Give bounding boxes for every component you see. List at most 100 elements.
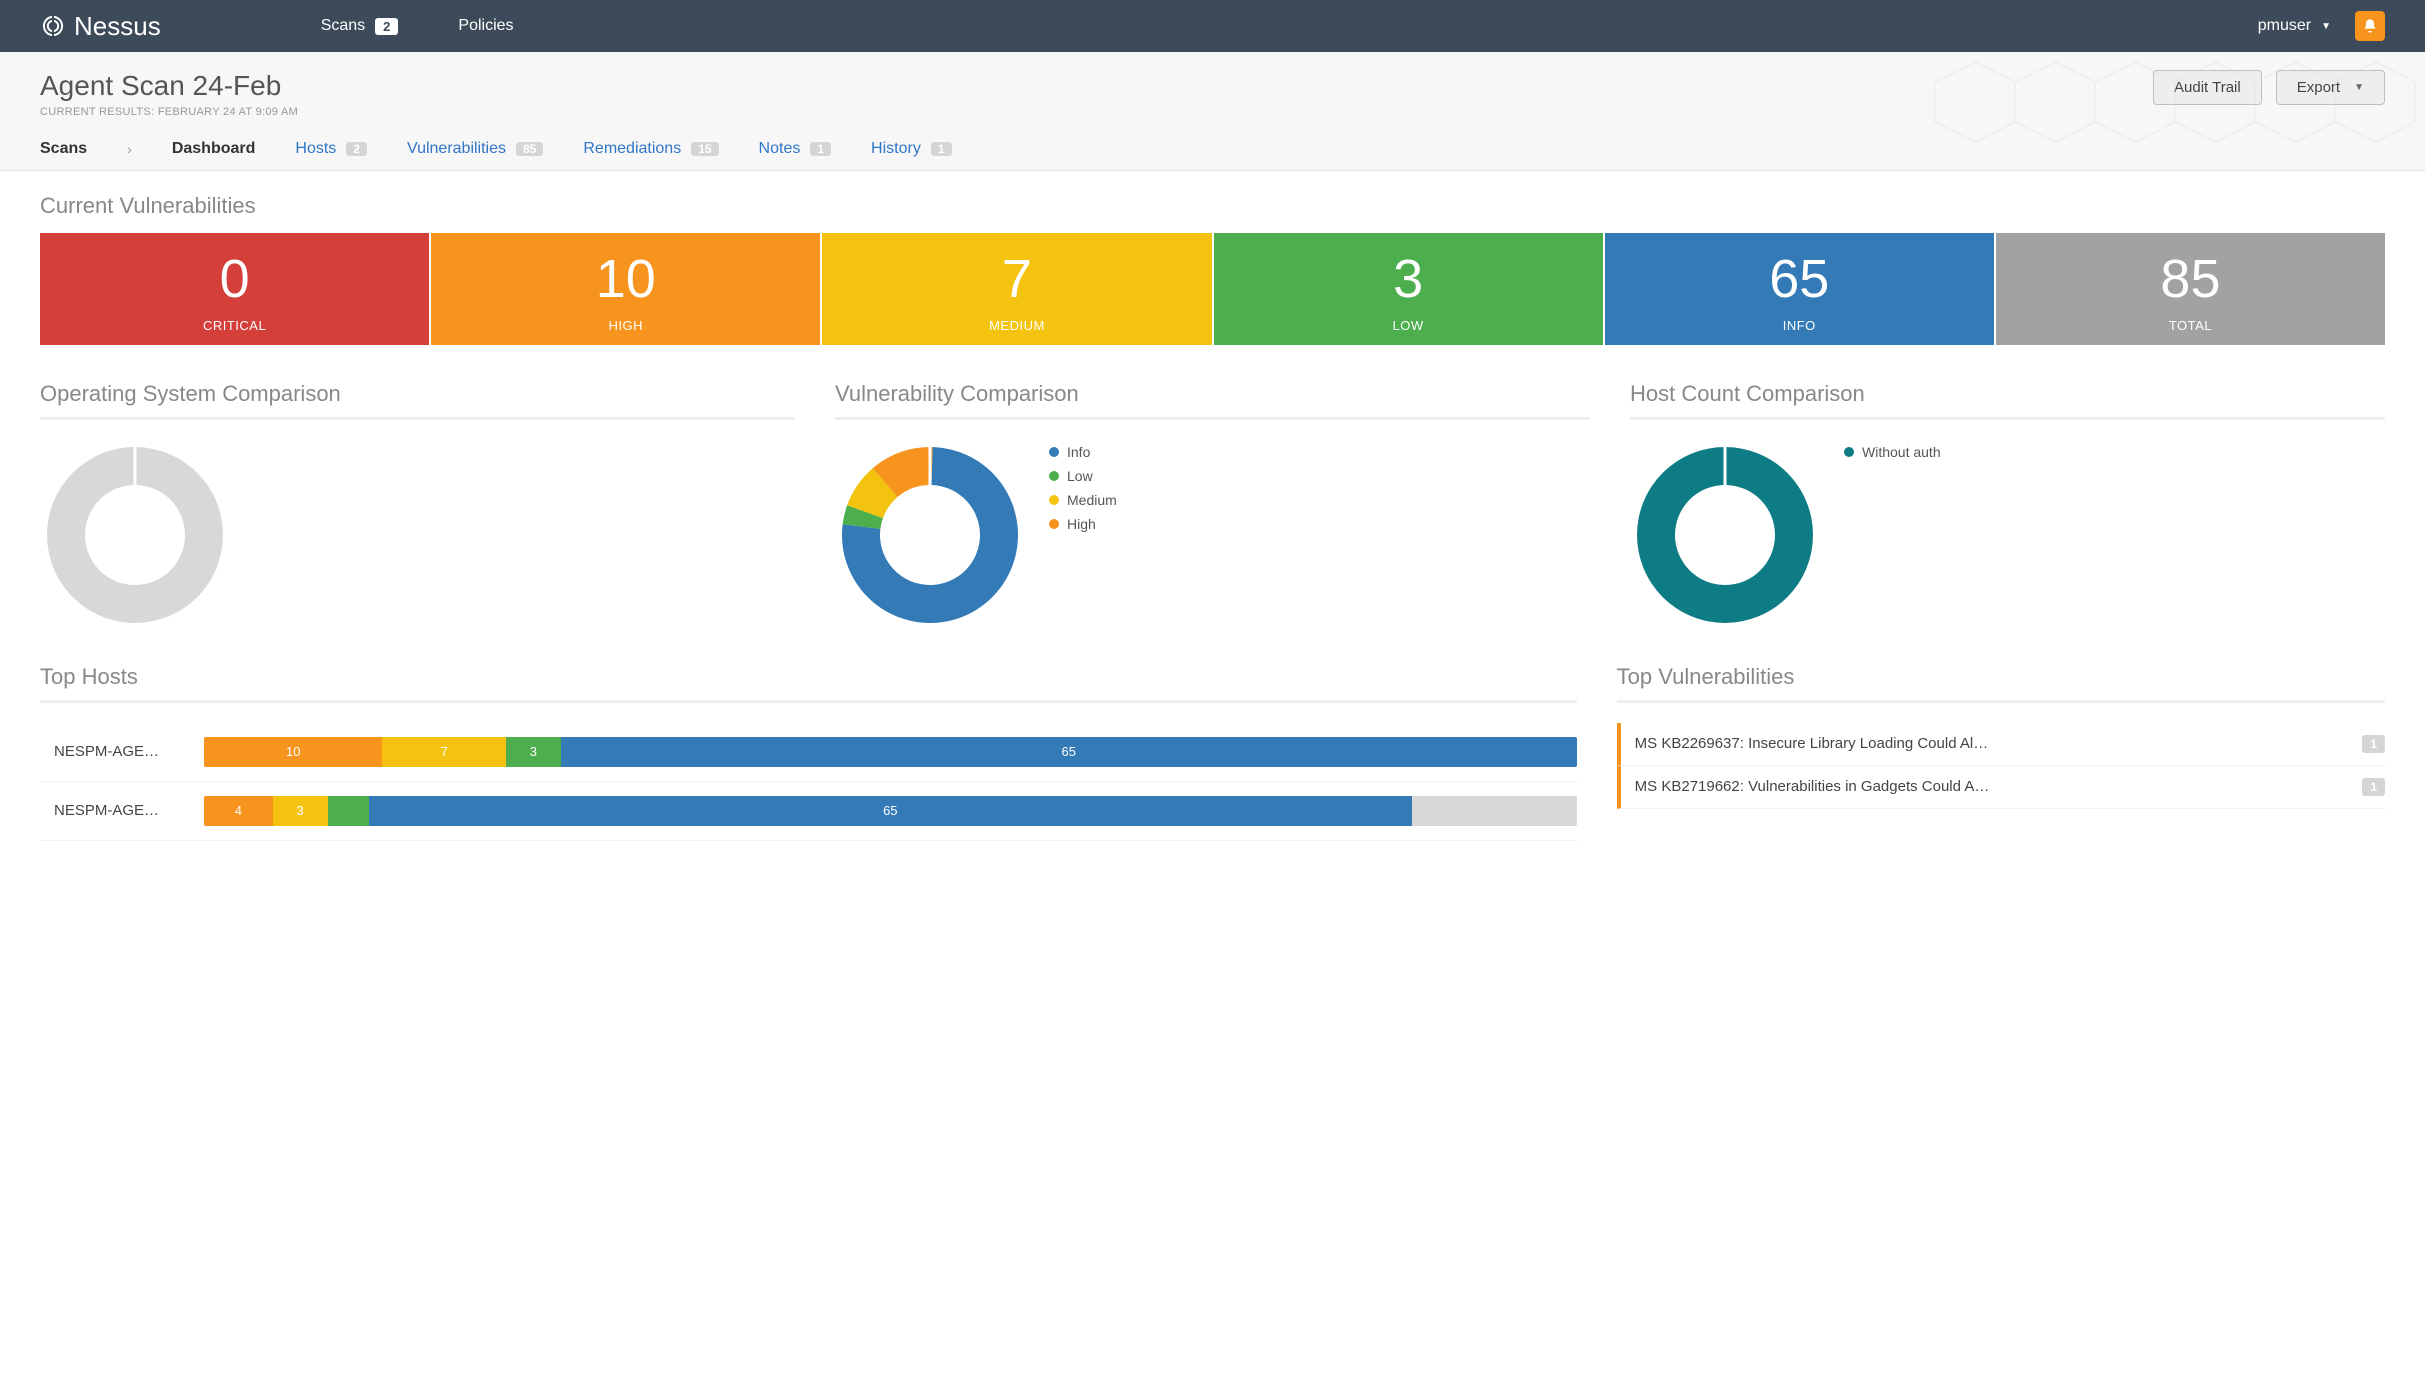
vuln-row[interactable]: MS KB2719662: Vulnerabilities in Gadgets… — [1617, 766, 2385, 809]
panel-os-title: Operating System Comparison — [40, 381, 795, 420]
legend-item[interactable]: Low — [1049, 468, 1117, 484]
legend-dot-icon — [1844, 447, 1854, 457]
card-number: 10 — [431, 247, 820, 312]
nav-scans[interactable]: Scans 2 — [321, 17, 399, 35]
host-name: NESPM-AGE… — [40, 743, 180, 760]
vuln-summary-cards: 0CRITICAL10 HIGH7MEDIUM3 LOW65INFO85TOTAL — [40, 233, 2385, 345]
panel-host-title: Host Count Comparison — [1630, 381, 2385, 420]
bar-segment: 65 — [561, 737, 1577, 767]
tab-notes-label: Notes — [759, 140, 801, 158]
nav-policies[interactable]: Policies — [458, 17, 513, 35]
legend-dot-icon — [1049, 495, 1059, 505]
export-label: Export — [2297, 79, 2340, 96]
nav-scans-label: Scans — [321, 17, 365, 35]
section-current-vulns: Current Vulnerabilities — [40, 193, 2385, 219]
legend-dot-icon — [1049, 519, 1059, 529]
card-number: 3 — [1214, 247, 1603, 312]
vuln-count: 1 — [2362, 735, 2385, 753]
card-label: CRITICAL — [40, 318, 429, 333]
tab-history[interactable]: History 1 — [871, 140, 951, 158]
vuln-card-high[interactable]: 10 HIGH — [431, 233, 820, 345]
tab-hosts-label: Hosts — [295, 140, 336, 158]
chevron-down-icon: ▼ — [2321, 21, 2331, 32]
tab-vulns-label: Vulnerabilities — [407, 140, 506, 158]
panel-os-comparison: Operating System Comparison — [40, 381, 795, 630]
user-name: pmuser — [2258, 17, 2311, 35]
bar-segment — [1412, 796, 1577, 826]
export-button[interactable]: Export ▼ — [2276, 70, 2385, 105]
top-hosts-title: Top Hosts — [40, 664, 1577, 703]
breadcrumb-dashboard: Dashboard — [172, 140, 256, 158]
legend-label: Low — [1067, 468, 1093, 484]
host-bar: 107365 — [204, 737, 1577, 767]
tab-hosts[interactable]: Hosts2 — [295, 140, 367, 158]
legend-label: Without auth — [1862, 444, 1941, 460]
bar-segment: 3 — [506, 737, 561, 767]
legend-label: Info — [1067, 444, 1090, 460]
legend-item[interactable]: High — [1049, 516, 1117, 532]
chevron-down-icon: ▼ — [2354, 82, 2364, 93]
vuln-card-total[interactable]: 85TOTAL — [1996, 233, 2385, 345]
bar-segment — [328, 796, 369, 826]
logo[interactable]: Nessus — [40, 11, 161, 42]
panel-vuln-comparison: Vulnerability Comparison Info Low Medium Hi… — [835, 381, 1590, 630]
bar-segment: 10 — [204, 737, 382, 767]
vuln-donut-chart[interactable] — [835, 440, 1025, 630]
tab-remed-label: Remediations — [583, 140, 681, 158]
vuln-count: 1 — [2362, 778, 2385, 796]
legend-label: High — [1067, 516, 1096, 532]
nav-policies-label: Policies — [458, 17, 513, 35]
card-label: HIGH — [431, 318, 820, 333]
bar-segment: 3 — [273, 796, 328, 826]
page-subtitle: CURRENT RESULTS: FEBRUARY 24 AT 9:09 AM — [40, 106, 298, 118]
breadcrumb-scans[interactable]: Scans — [40, 140, 87, 158]
main-content: Current Vulnerabilities 0CRITICAL10HIGH7… — [0, 171, 2425, 881]
page-header: Agent Scan 24-Feb CURRENT RESULTS: FEBRU… — [0, 52, 2425, 171]
bell-icon — [2362, 18, 2378, 34]
vuln-card-medium[interactable]: 7MEDIUM — [822, 233, 1211, 345]
vuln-row[interactable]: MS KB2269637: Insecure Library Loading C… — [1617, 723, 2385, 766]
host-bar: 43 65 — [204, 796, 1577, 826]
panel-top-hosts: Top Hosts NESPM-AGE…107365NESPM-AGE…4365 — [40, 664, 1577, 841]
tab-notes[interactable]: Notes 1 — [759, 140, 831, 158]
card-label: LOW — [1214, 318, 1603, 333]
audit-trail-button[interactable]: Audit Trail — [2153, 70, 2262, 105]
legend-item[interactable]: Medium — [1049, 492, 1117, 508]
tab-vulnerabilities[interactable]: Vulnerabilities 85 — [407, 140, 543, 158]
host-row[interactable]: NESPM-AGE… 107365 — [40, 723, 1577, 782]
panel-host-count: Host Count Comparison Without auth — [1630, 381, 2385, 630]
logo-icon — [40, 13, 66, 39]
vuln-card-critical[interactable]: 0CRITICAL — [40, 233, 429, 345]
tab-history-count: 1 — [931, 142, 952, 156]
legend-item[interactable]: Without auth — [1844, 444, 1941, 460]
legend-item[interactable]: Info — [1049, 444, 1117, 460]
tab-notes-count: 1 — [810, 142, 831, 156]
panel-vuln-title: Vulnerability Comparison — [835, 381, 1590, 420]
tab-history-label: History — [871, 140, 921, 158]
logo-text: Nessus — [74, 11, 161, 42]
bar-segment: 4 — [204, 796, 273, 826]
host-donut-chart[interactable] — [1630, 440, 1820, 630]
vuln-card-low[interactable]: 3 LOW — [1214, 233, 1603, 345]
vuln-text: MS KB2269637: Insecure Library Loading C… — [1635, 735, 2349, 752]
legend-label: Medium — [1067, 492, 1117, 508]
tab-vulns-count: 85 — [516, 142, 543, 156]
host-legend: Without auth — [1844, 440, 1941, 468]
user-menu[interactable]: pmuser ▼ — [2258, 17, 2331, 35]
chevron-right-icon: › — [127, 141, 132, 157]
card-number: 65 — [1605, 247, 1994, 312]
bar-segment: 65 — [369, 796, 1412, 826]
vuln-legend: Info Low Medium High — [1049, 440, 1117, 540]
page-title: Agent Scan 24-Feb — [40, 70, 298, 102]
top-vulns-title: Top Vulnerabilities — [1617, 664, 2385, 703]
tab-remediations[interactable]: Remediations15 — [583, 140, 718, 158]
bar-segment: 7 — [382, 737, 506, 767]
vuln-card-info[interactable]: 65INFO — [1605, 233, 1994, 345]
os-donut-chart[interactable] — [40, 440, 230, 630]
host-row[interactable]: NESPM-AGE…4365 — [40, 782, 1577, 841]
nav-scans-badge: 2 — [375, 18, 398, 35]
breadcrumb-tabs: Scans › Dashboard Hosts2 Vulnerabilities… — [40, 140, 2385, 170]
notifications-button[interactable] — [2355, 11, 2385, 41]
top-nav: Scans 2 Policies — [321, 17, 514, 35]
legend-dot-icon — [1049, 471, 1059, 481]
